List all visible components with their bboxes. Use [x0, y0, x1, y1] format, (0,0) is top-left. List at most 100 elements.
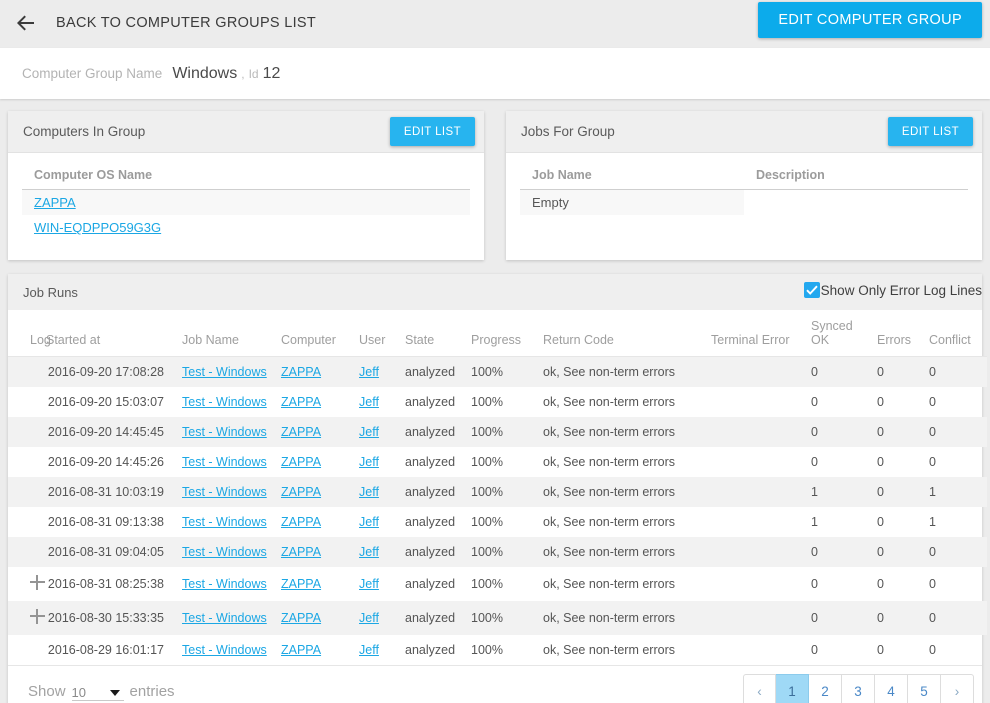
job-name-link[interactable]: Test - Windows [182, 485, 267, 499]
pagination-page-3[interactable]: 3 [842, 674, 875, 703]
column-job-name: Job Name [176, 310, 281, 357]
computer-link[interactable]: ZAPPA [281, 515, 321, 529]
user-link[interactable]: Jeff [359, 611, 379, 625]
terminal-error-cell [711, 537, 811, 567]
user-link[interactable]: Jeff [359, 643, 379, 657]
user-link[interactable]: Jeff [359, 577, 379, 591]
job-name-link[interactable]: Test - Windows [182, 515, 267, 529]
column-started-at: Started at [46, 310, 176, 357]
job-name-link[interactable]: Test - Windows [182, 425, 267, 439]
synced-ok-cell: 0 [811, 357, 877, 388]
return-code-cell: ok, See non-term errors [543, 417, 711, 447]
user-link[interactable]: Jeff [359, 515, 379, 529]
back-to-computer-groups-list-link[interactable]: BACK TO COMPUTER GROUPS LIST [14, 6, 316, 40]
pagination-page-5[interactable]: 5 [908, 674, 941, 703]
job-name: Test - Windows [176, 507, 281, 537]
pagination-page-2[interactable]: 2 [809, 674, 842, 703]
job-name-link[interactable]: Test - Windows [182, 611, 267, 625]
started-at-cell: 2016-09-20 14:45:26 [46, 447, 176, 477]
column-state: State [405, 310, 471, 357]
job-name-link[interactable]: Test - Windows [182, 395, 267, 409]
computer-link[interactable]: ZAPPA [281, 545, 321, 559]
job-runs-table-body: 2016-09-20 17:08:28Test - WindowsZAPPAJe… [8, 357, 987, 666]
computer-link[interactable]: ZAPPA [281, 425, 321, 439]
user-link[interactable]: Jeff [359, 395, 379, 409]
errors-cell: 0 [877, 417, 929, 447]
job-runs-header: Job Runs Show Only Error Log Lines [8, 274, 982, 310]
jobs-panel-body: Job Name Description Empty [506, 153, 982, 260]
pagination-page-4[interactable]: 4 [875, 674, 908, 703]
column-log: Log [8, 310, 46, 357]
column-terminal-error: Terminal Error [711, 310, 811, 357]
user-link[interactable]: Jeff [359, 365, 379, 379]
computer-link[interactable]: WIN-EQDPPO59G3G [34, 220, 161, 235]
conflict-cell: 0 [929, 417, 987, 447]
job-name: Test - Windows [176, 357, 281, 388]
expand-plus-icon[interactable] [30, 575, 45, 590]
user-link[interactable]: Jeff [359, 455, 379, 469]
state-cell: analyzed [405, 601, 471, 635]
log-cell [8, 477, 46, 507]
expand-plus-icon[interactable] [30, 609, 45, 624]
terminal-error-cell [711, 387, 811, 417]
pagination-next-button[interactable]: › [941, 674, 974, 703]
terminal-error-cell [711, 567, 811, 601]
computers-panel-header: Computers In Group EDIT LIST [8, 111, 484, 153]
pagination-page-1[interactable]: 1 [776, 674, 809, 703]
computer-link[interactable]: ZAPPA [281, 365, 321, 379]
computers-edit-list-button[interactable]: EDIT LIST [390, 117, 475, 146]
job-name-link[interactable]: Test - Windows [182, 577, 267, 591]
job-name-link[interactable]: Test - Windows [182, 643, 267, 657]
computers-table: Computer OS Name ZAPPA WIN-EQDPPO59G3G [22, 165, 470, 240]
synced-ok-cell: 0 [811, 387, 877, 417]
user-link[interactable]: Jeff [359, 545, 379, 559]
user: Jeff [359, 477, 405, 507]
pagination-prev-button[interactable]: ‹ [743, 674, 776, 703]
log-cell [8, 447, 46, 477]
computer-link[interactable]: ZAPPA [281, 611, 321, 625]
computer-link[interactable]: ZAPPA [281, 643, 321, 657]
terminal-error-cell [711, 357, 811, 388]
job-name-link[interactable]: Test - Windows [182, 545, 267, 559]
checkbox-checked-icon[interactable] [804, 282, 820, 298]
errors-cell: 0 [877, 477, 929, 507]
synced-ok-cell: 1 [811, 477, 877, 507]
errors-cell: 0 [877, 357, 929, 388]
progress-cell: 100% [471, 357, 543, 388]
errors-cell: 0 [877, 507, 929, 537]
job-name: Test - Windows [176, 447, 281, 477]
table-row: 2016-09-20 15:03:07Test - WindowsZAPPAJe… [8, 387, 987, 417]
edit-computer-group-button[interactable]: EDIT COMPUTER GROUP [758, 2, 982, 38]
errors-cell: 0 [877, 447, 929, 477]
started-at-cell: 2016-08-31 10:03:19 [46, 477, 176, 507]
user-link[interactable]: Jeff [359, 425, 379, 439]
computer-link[interactable]: ZAPPA [281, 395, 321, 409]
computer-link[interactable]: ZAPPA [34, 195, 76, 210]
computer-group-id-value: 12 [263, 65, 281, 83]
job-name-link[interactable]: Test - Windows [182, 455, 267, 469]
computer-link[interactable]: ZAPPA [281, 455, 321, 469]
job-name-link[interactable]: Test - Windows [182, 365, 267, 379]
log-cell [8, 537, 46, 567]
jobs-edit-list-button[interactable]: EDIT LIST [888, 117, 973, 146]
show-only-error-log-lines-checkbox[interactable]: Show Only Error Log Lines [804, 282, 982, 298]
started-at-cell: 2016-08-30 15:33:35 [46, 601, 176, 635]
started-at-cell: 2016-08-29 16:01:17 [46, 635, 176, 665]
started-at-cell: 2016-08-31 09:13:38 [46, 507, 176, 537]
page-length-value: 10 [72, 685, 86, 700]
table-row: Empty [520, 190, 968, 216]
computer-link[interactable]: ZAPPA [281, 485, 321, 499]
return-code-cell: ok, See non-term errors [543, 387, 711, 417]
state-cell: analyzed [405, 447, 471, 477]
log-cell [8, 635, 46, 665]
computer-link[interactable]: ZAPPA [281, 577, 321, 591]
errors-cell: 0 [877, 537, 929, 567]
conflict-cell: 1 [929, 477, 987, 507]
log-cell [8, 387, 46, 417]
page-length-select[interactable]: 10 [72, 683, 124, 701]
jobs-for-group-panel: Jobs For Group EDIT LIST Job Name Descri… [506, 111, 982, 260]
terminal-error-cell [711, 507, 811, 537]
user-link[interactable]: Jeff [359, 485, 379, 499]
jobs-panel-title: Jobs For Group [521, 124, 615, 139]
job-name: Test - Windows [176, 601, 281, 635]
